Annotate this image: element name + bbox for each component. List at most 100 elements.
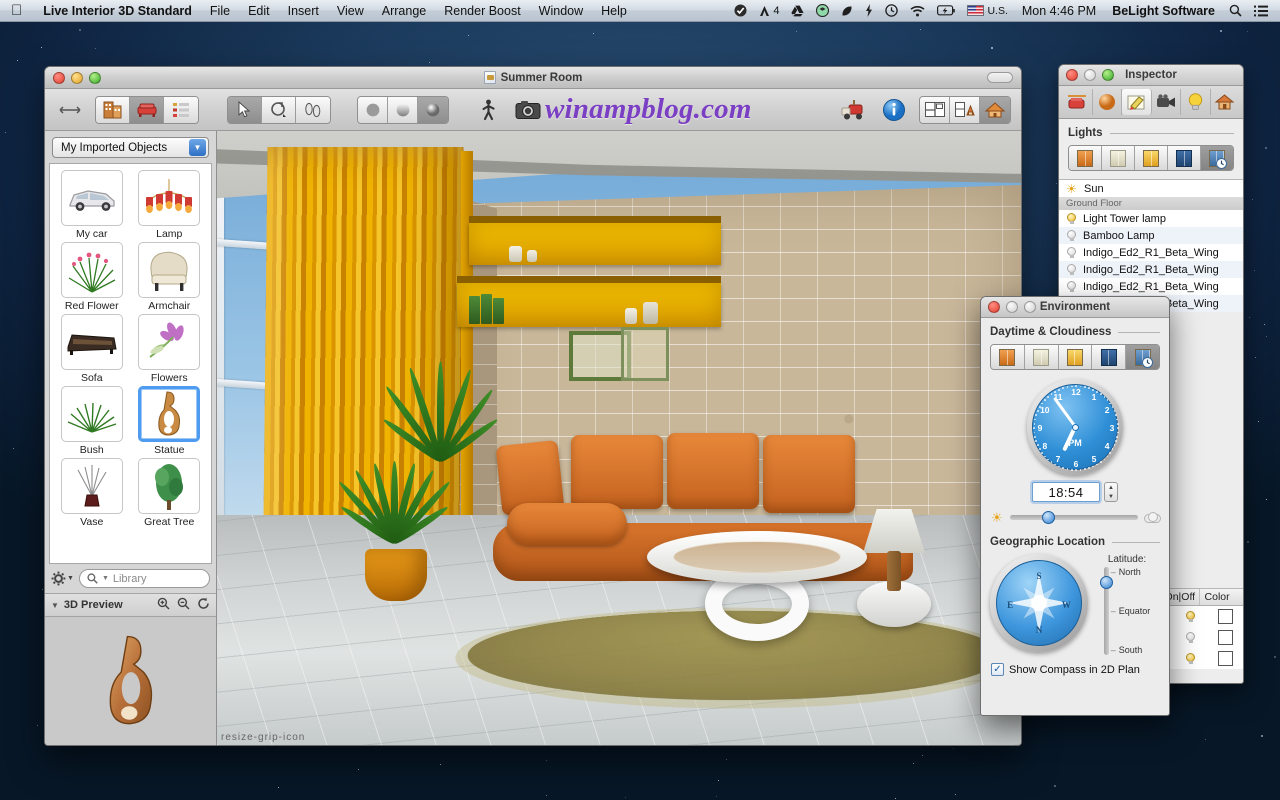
time-input[interactable]: 18:54	[1032, 482, 1100, 502]
stepper-down-icon[interactable]: ▼	[1108, 494, 1114, 500]
notification-center-icon[interactable]	[1248, 5, 1274, 17]
bulb-off-icon[interactable]	[1066, 264, 1077, 276]
bulb-off-icon[interactable]	[1185, 632, 1196, 644]
library-item-great-tree[interactable]: Great Tree	[132, 458, 208, 528]
menu-render-boost[interactable]: Render Boost	[435, 0, 529, 22]
menu-arrange[interactable]: Arrange	[373, 0, 435, 22]
latitude-slider-knob[interactable]	[1100, 576, 1113, 589]
checkmark-badge-icon[interactable]	[728, 4, 753, 17]
adobe-icon[interactable]: 4	[753, 0, 785, 22]
daytime-preset-night[interactable]	[1092, 345, 1126, 369]
tab-house[interactable]	[1211, 89, 1240, 115]
menu-app-name[interactable]: Live Interior 3D Standard	[34, 0, 201, 22]
light-row-light-tower-lamp[interactable]: Light Tower lamp	[1059, 210, 1243, 227]
arrow-select-icon[interactable]	[228, 97, 262, 123]
zoom-out-icon[interactable]	[177, 597, 190, 613]
render-truck-icon[interactable]	[839, 97, 869, 123]
google-drive-icon[interactable]	[785, 5, 810, 17]
color-swatch[interactable]	[1218, 651, 1233, 666]
tab-material[interactable]	[1093, 89, 1123, 115]
bulb-off-icon[interactable]	[1066, 247, 1077, 259]
3d-render-viewport[interactable]: resize-grip-icon	[217, 131, 1021, 745]
bulb-off-icon[interactable]	[1066, 230, 1077, 242]
library-item-armchair[interactable]: Armchair	[132, 242, 208, 312]
3d-view-icon[interactable]	[980, 97, 1010, 123]
viewport-resize-grip[interactable]: resize-grip-icon	[221, 732, 305, 743]
library-item-vase[interactable]: Vase	[54, 458, 130, 528]
color-swatch[interactable]	[1218, 630, 1233, 645]
lighting-preset-3[interactable]	[1135, 146, 1168, 170]
2d-plan-icon[interactable]	[920, 97, 950, 123]
menu-edit[interactable]: Edit	[239, 0, 279, 22]
bulb-on-icon[interactable]	[1185, 611, 1196, 623]
toolbar-toggle-button[interactable]	[987, 72, 1013, 83]
library-item-flowers[interactable]: Flowers	[132, 314, 208, 384]
gear-icon[interactable]: ▼	[51, 571, 74, 586]
bulb-on-icon[interactable]	[1066, 213, 1077, 225]
time-stepper[interactable]: ▲ ▼	[1104, 482, 1118, 502]
gradient-shading-icon[interactable]	[388, 97, 418, 123]
stepper-up-icon[interactable]: ▲	[1108, 485, 1114, 491]
lighting-preset-4[interactable]	[1168, 146, 1201, 170]
lighting-preset-2[interactable]	[1102, 146, 1135, 170]
apple-logo-icon[interactable]: 	[0, 1, 34, 20]
rotate-icon[interactable]	[262, 97, 296, 123]
split-view-icon[interactable]	[950, 97, 980, 123]
menu-help[interactable]: Help	[592, 0, 636, 22]
lighting-preset-custom-time[interactable]	[1201, 146, 1233, 170]
tab-edit[interactable]	[1122, 89, 1152, 115]
bulb-on-icon[interactable]	[1185, 653, 1196, 665]
menu-bar-user[interactable]: BeLight Software	[1104, 4, 1223, 18]
light-row-indigo-3[interactable]: Indigo_Ed2_R1_Beta_Wing	[1059, 278, 1243, 295]
preview-pane[interactable]	[45, 617, 216, 745]
us-flag-icon[interactable]: U.S.	[961, 0, 1013, 22]
light-row-indigo-2[interactable]: Indigo_Ed2_R1_Beta_Wing	[1059, 261, 1243, 278]
bulb-off-icon[interactable]	[1066, 281, 1077, 293]
daytime-clock-container[interactable]: PM 12 1 2 3 4 5 6 7 8 9 10 11	[981, 379, 1169, 475]
menu-file[interactable]: File	[201, 0, 239, 22]
color-swatch[interactable]	[1218, 609, 1233, 624]
inspector-title-bar[interactable]: Inspector	[1059, 65, 1243, 86]
realistic-shading-icon[interactable]	[418, 97, 448, 123]
checkmark-icon[interactable]: ✓	[991, 663, 1004, 676]
daytime-clock[interactable]: PM 12 1 2 3 4 5 6 7 8 9 10 11	[1027, 379, 1123, 475]
library-item-bush[interactable]: Bush	[54, 386, 130, 456]
walk-feet-icon[interactable]	[296, 97, 330, 123]
library-item-lamp[interactable]: Lamp	[132, 170, 208, 240]
compass-control[interactable]: N E S W	[990, 554, 1088, 652]
cloudiness-slider-knob[interactable]	[1042, 511, 1055, 524]
light-row-indigo-1[interactable]: Indigo_Ed2_R1_Beta_Wing	[1059, 244, 1243, 261]
rotate-refresh-icon[interactable]	[197, 597, 210, 613]
library-item-statue[interactable]: Statue	[132, 386, 208, 456]
library-item-sofa[interactable]: Sofa	[54, 314, 130, 384]
evernote-icon[interactable]	[835, 5, 859, 17]
walkthrough-icon[interactable]	[473, 97, 503, 123]
battery-icon[interactable]	[931, 5, 961, 16]
preview-header[interactable]: ▼ 3D Preview	[45, 593, 216, 617]
menu-view[interactable]: View	[328, 0, 373, 22]
library-category-popup[interactable]: My Imported Objects ▼	[52, 137, 209, 158]
tab-camera[interactable]	[1152, 89, 1182, 115]
furniture-icon[interactable]	[130, 97, 164, 123]
daytime-preset-custom-time[interactable]	[1126, 345, 1159, 369]
window-title-bar[interactable]: Summer Room	[45, 67, 1021, 89]
dropbox-icon[interactable]	[810, 4, 835, 17]
menu-insert[interactable]: Insert	[279, 0, 328, 22]
list-icon[interactable]	[164, 97, 198, 123]
menu-window[interactable]: Window	[530, 0, 592, 22]
library-item-my-car[interactable]: My car	[54, 170, 130, 240]
left-right-arrows-icon[interactable]	[55, 97, 85, 123]
daytime-preset-sunrise[interactable]	[991, 345, 1025, 369]
flash-icon[interactable]	[859, 4, 879, 17]
lighting-preset-1[interactable]	[1069, 146, 1102, 170]
camera-icon[interactable]	[513, 97, 543, 123]
daytime-preset-day[interactable]	[1025, 345, 1059, 369]
daytime-preset-sunset[interactable]	[1059, 345, 1093, 369]
tab-light[interactable]	[1181, 89, 1211, 115]
environment-title-bar[interactable]: Environment	[981, 297, 1169, 318]
show-compass-checkbox-row[interactable]: ✓ Show Compass in 2D Plan	[981, 655, 1169, 684]
light-row-bamboo-lamp[interactable]: Bamboo Lamp	[1059, 227, 1243, 244]
flat-shading-icon[interactable]	[358, 97, 388, 123]
building-icon[interactable]	[96, 97, 130, 123]
spotlight-search-icon[interactable]	[1223, 4, 1248, 17]
